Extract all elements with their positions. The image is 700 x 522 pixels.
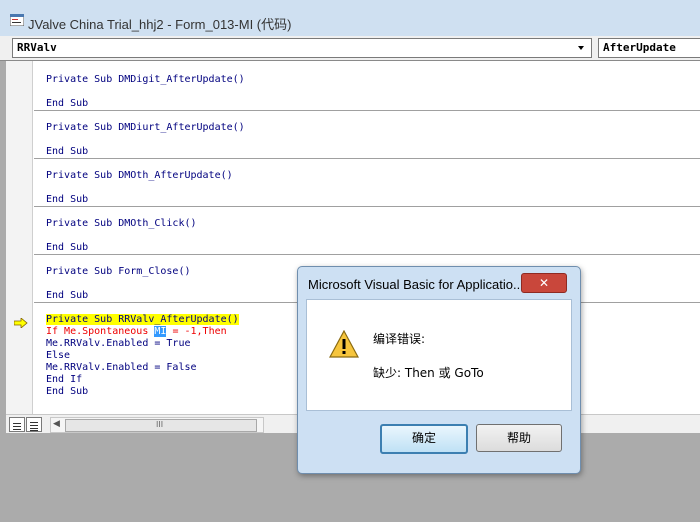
scrollbar-grip: III: [156, 420, 164, 429]
code-line-current[interactable]: Private Sub RRValv_AfterUpdate(): [46, 314, 239, 326]
procedure-separator: [34, 254, 700, 255]
code-line[interactable]: Private Sub DMOth_AfterUpdate(): [46, 170, 233, 182]
code-line[interactable]: Private Sub DMOth_Click(): [46, 218, 197, 230]
dialog-body: 编译错误: 缺少: Then 或 GoTo: [306, 299, 572, 411]
code-line[interactable]: End Sub: [46, 290, 88, 302]
title-bar: JValve China Trial_hhj2 - Form_013-MI (代…: [0, 0, 700, 37]
procedure-combobox[interactable]: AfterUpdate: [598, 38, 700, 58]
code-line[interactable]: End Sub: [46, 386, 88, 398]
error-heading: 编译错误:: [373, 332, 426, 346]
compile-error-dialog: Microsoft Visual Basic for Applicatio...…: [297, 266, 581, 474]
code-line[interactable]: Me.RRValv.Enabled = False: [46, 362, 197, 374]
vba-window-icon: [10, 14, 24, 26]
ok-button[interactable]: 确定: [380, 424, 468, 454]
code-line[interactable]: End If: [46, 374, 82, 386]
code-text: If Me.Spontaneous: [46, 326, 155, 337]
dialog-footer: 确定 帮助: [306, 409, 570, 465]
close-button[interactable]: ✕: [521, 273, 567, 293]
code-line[interactable]: End Sub: [46, 98, 88, 110]
code-line[interactable]: End Sub: [46, 194, 88, 206]
procedure-separator: [34, 110, 700, 111]
code-combo-bar: RRValv AfterUpdate: [0, 36, 700, 61]
full-module-view-icon: [30, 422, 38, 431]
margin-indicator-bar[interactable]: [6, 61, 33, 414]
code-line[interactable]: Private Sub DMDiurt_AfterUpdate(): [46, 122, 245, 134]
execution-arrow-icon: [14, 318, 28, 328]
object-combobox[interactable]: RRValv: [12, 38, 592, 58]
error-message: 缺少: Then 或 GoTo: [373, 366, 484, 380]
code-line[interactable]: Private Sub Form_Close(): [46, 266, 191, 278]
help-button[interactable]: 帮助: [476, 424, 562, 452]
code-line[interactable]: Private Sub DMDigit_AfterUpdate(): [46, 74, 245, 86]
warning-icon: [329, 330, 359, 358]
scroll-left-icon[interactable]: ◀: [53, 419, 60, 429]
object-combobox-value: RRValv: [17, 41, 57, 54]
chevron-down-icon[interactable]: [573, 39, 589, 57]
code-text: = -1,Then: [166, 326, 227, 337]
dialog-title: Microsoft Visual Basic for Applicatio...: [308, 277, 524, 292]
full-module-view-button[interactable]: [26, 417, 42, 432]
code-line[interactable]: End Sub: [46, 242, 88, 254]
window-title: JValve China Trial_hhj2 - Form_013-MI (代…: [28, 17, 292, 32]
current-statement-highlight: Private Sub RRValv_AfterUpdate(): [46, 314, 239, 325]
horizontal-scrollbar[interactable]: ◀ III: [50, 417, 264, 433]
selected-token: MI: [154, 326, 167, 337]
code-line[interactable]: Else: [46, 350, 70, 362]
scrollbar-thumb[interactable]: III: [65, 419, 257, 432]
code-line[interactable]: End Sub: [46, 146, 88, 158]
procedure-combobox-value: AfterUpdate: [603, 41, 676, 54]
procedure-view-icon: [13, 423, 21, 430]
code-line[interactable]: Me.RRValv.Enabled = True: [46, 338, 191, 350]
procedure-separator: [34, 158, 700, 159]
procedure-separator: [34, 206, 700, 207]
procedure-view-button[interactable]: [9, 417, 25, 432]
code-line-error[interactable]: If Me.Spontaneous MI = -1,Then: [46, 326, 227, 338]
